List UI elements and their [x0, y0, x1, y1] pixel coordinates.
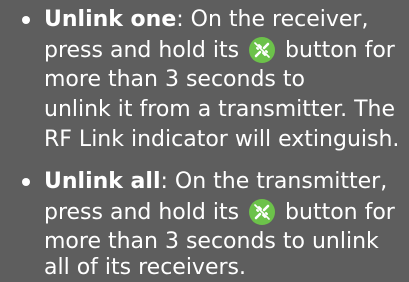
item-text: button for — [285, 200, 395, 225]
item-line: Unlink all: On the transmitter, — [44, 168, 387, 196]
item-line: press and hold its button for — [44, 36, 395, 65]
unlink-one-term: Unlink one — [44, 7, 177, 32]
unlink-icon — [248, 36, 276, 64]
bullet-dot — [22, 16, 30, 24]
item-line: more than 3 seconds to unlink — [44, 229, 379, 254]
item-text: : On the receiver, — [176, 7, 369, 32]
item-text: press and hold its — [44, 38, 240, 63]
unlink-icon — [248, 198, 276, 226]
item-line: all of its receivers. — [44, 255, 246, 280]
item-text: press and hold its — [44, 200, 240, 225]
bullet-dot — [22, 178, 30, 186]
item-line: RF Link indicator will extinguish. — [44, 127, 400, 152]
item-line: Unlink one: On the receiver, — [44, 6, 368, 34]
instruction-panel: Unlink one: On the receiver, press and h… — [0, 0, 409, 282]
item-text: : On the transmitter, — [160, 169, 388, 194]
item-line: more than 3 seconds to — [44, 67, 305, 92]
item-text: button for — [285, 38, 395, 63]
item-line: unlink it from a transmitter. The — [44, 97, 396, 122]
unlink-all-term: Unlink all — [44, 169, 161, 194]
item-line: press and hold its button for — [44, 198, 395, 227]
